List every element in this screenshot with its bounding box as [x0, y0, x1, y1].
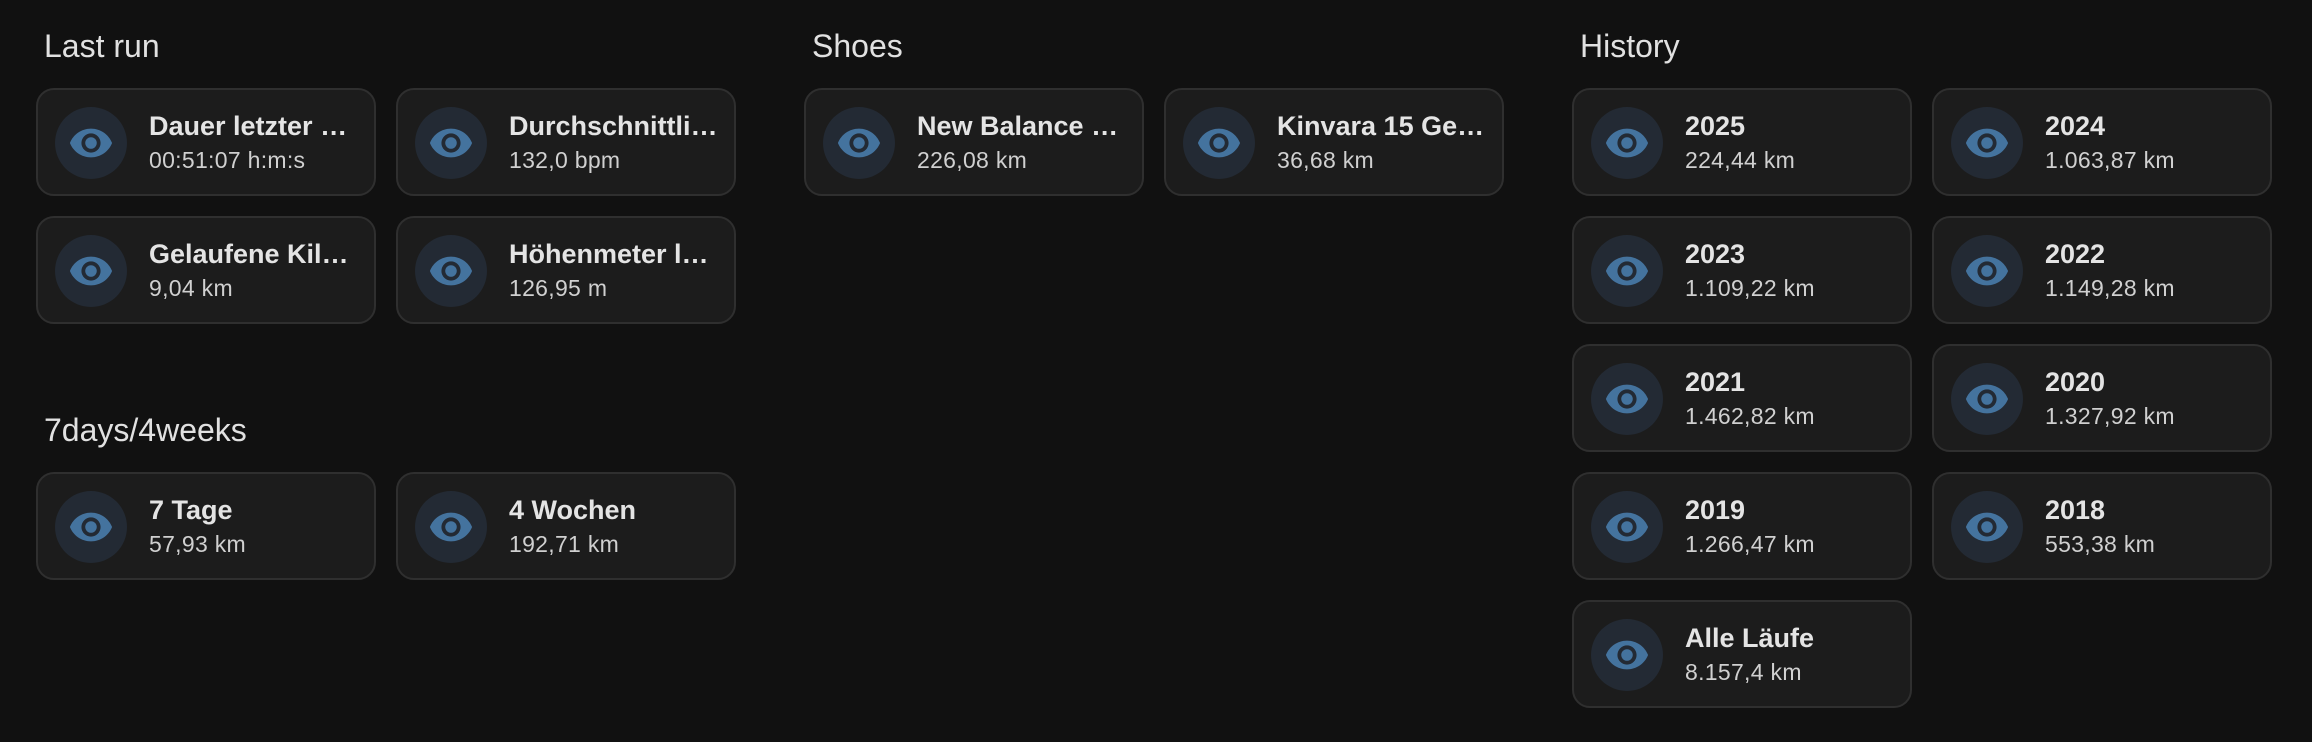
tile-new-balance[interactable]: New Balance 1… 226,08 km	[804, 88, 1144, 196]
eye-icon	[55, 235, 127, 307]
tile-state: 00:51:07 h:m:s	[149, 147, 306, 173]
tile-name: Dauer letzter L…	[149, 111, 361, 141]
section-title-last-run: Last run	[44, 28, 160, 64]
tile-state: 132,0 bpm	[509, 147, 621, 173]
tile-name: 2018	[2045, 495, 2106, 525]
tile-state: 9,04 km	[149, 275, 233, 301]
tile-history-2025[interactable]: 2025 224,44 km	[1572, 88, 1912, 196]
tile-name: 2021	[1685, 367, 1746, 397]
eye-icon	[1591, 107, 1663, 179]
tile-state: 1.266,47 km	[1685, 531, 1815, 557]
tile-7-tage[interactable]: 7 Tage 57,93 km	[36, 472, 376, 580]
section-title-shoes: Shoes	[812, 28, 903, 64]
tile-hoehenmeter-letzter-lauf[interactable]: Höhenmeter le… 126,95 m	[396, 216, 736, 324]
tile-name: 2022	[2045, 239, 2106, 269]
tile-history-2023[interactable]: 2023 1.109,22 km	[1572, 216, 1912, 324]
eye-icon	[1591, 235, 1663, 307]
tile-history-2024[interactable]: 2024 1.063,87 km	[1932, 88, 2272, 196]
eye-icon	[415, 107, 487, 179]
tile-state: 1.327,92 km	[2045, 403, 2175, 429]
eye-icon	[1591, 491, 1663, 563]
eye-icon	[1951, 491, 2023, 563]
tile-history-2022[interactable]: 2022 1.149,28 km	[1932, 216, 2272, 324]
tile-state: 1.149,28 km	[2045, 275, 2175, 301]
eye-icon	[1591, 363, 1663, 435]
tile-name: 2025	[1685, 111, 1746, 141]
tile-alle-laeufe[interactable]: Alle Läufe 8.157,4 km	[1572, 600, 1912, 708]
tile-history-2019[interactable]: 2019 1.266,47 km	[1572, 472, 1912, 580]
tile-durchschnittliche-herzfrequenz[interactable]: Durchschnittlic… 132,0 bpm	[396, 88, 736, 196]
eye-icon	[1183, 107, 1255, 179]
tile-history-2018[interactable]: 2018 553,38 km	[1932, 472, 2272, 580]
tile-state: 1.063,87 km	[2045, 147, 2175, 173]
tile-history-2020[interactable]: 2020 1.327,92 km	[1932, 344, 2272, 452]
tile-kinvara-15[interactable]: Kinvara 15 Gel… 36,68 km	[1164, 88, 1504, 196]
tile-state: 126,95 m	[509, 275, 608, 301]
eye-icon	[55, 491, 127, 563]
eye-icon	[1951, 235, 2023, 307]
eye-icon	[1591, 619, 1663, 691]
tile-name: 7 Tage	[149, 495, 233, 525]
tile-dauer-letzter-lauf[interactable]: Dauer letzter L… 00:51:07 h:m:s	[36, 88, 376, 196]
tile-name: 2023	[1685, 239, 1746, 269]
eye-icon	[415, 235, 487, 307]
tile-state: 226,08 km	[917, 147, 1028, 173]
tile-state: 1.462,82 km	[1685, 403, 1815, 429]
tile-state: 57,93 km	[149, 531, 247, 557]
section-title-7days-4weeks: 7days/4weeks	[44, 412, 247, 448]
tile-state: 8.157,4 km	[1685, 659, 1802, 685]
eye-icon	[1951, 107, 2023, 179]
tile-history-2021[interactable]: 2021 1.462,82 km	[1572, 344, 1912, 452]
tile-name: Höhenmeter le…	[509, 239, 721, 269]
eye-icon	[1951, 363, 2023, 435]
tile-name: Gelaufene Kilo…	[149, 239, 361, 269]
section-title-history: History	[1580, 28, 1680, 64]
eye-icon	[823, 107, 895, 179]
tile-name: New Balance 1…	[917, 111, 1129, 141]
tile-name: Alle Läufe	[1685, 623, 1815, 653]
tile-4-wochen[interactable]: 4 Wochen 192,71 km	[396, 472, 736, 580]
eye-icon	[415, 491, 487, 563]
tile-gelaufene-kilometer[interactable]: Gelaufene Kilo… 9,04 km	[36, 216, 376, 324]
tile-state: 1.109,22 km	[1685, 275, 1815, 301]
tile-name: 2019	[1685, 495, 1746, 525]
tile-name: 4 Wochen	[509, 495, 637, 525]
tile-state: 553,38 km	[2045, 531, 2156, 557]
tile-name: Kinvara 15 Gel…	[1277, 111, 1489, 141]
eye-icon	[55, 107, 127, 179]
tile-state: 36,68 km	[1277, 147, 1375, 173]
tile-name: 2020	[2045, 367, 2106, 397]
tile-state: 192,71 km	[509, 531, 620, 557]
tile-name: Durchschnittlic…	[509, 111, 721, 141]
tile-state: 224,44 km	[1685, 147, 1796, 173]
tile-name: 2024	[2045, 111, 2106, 141]
